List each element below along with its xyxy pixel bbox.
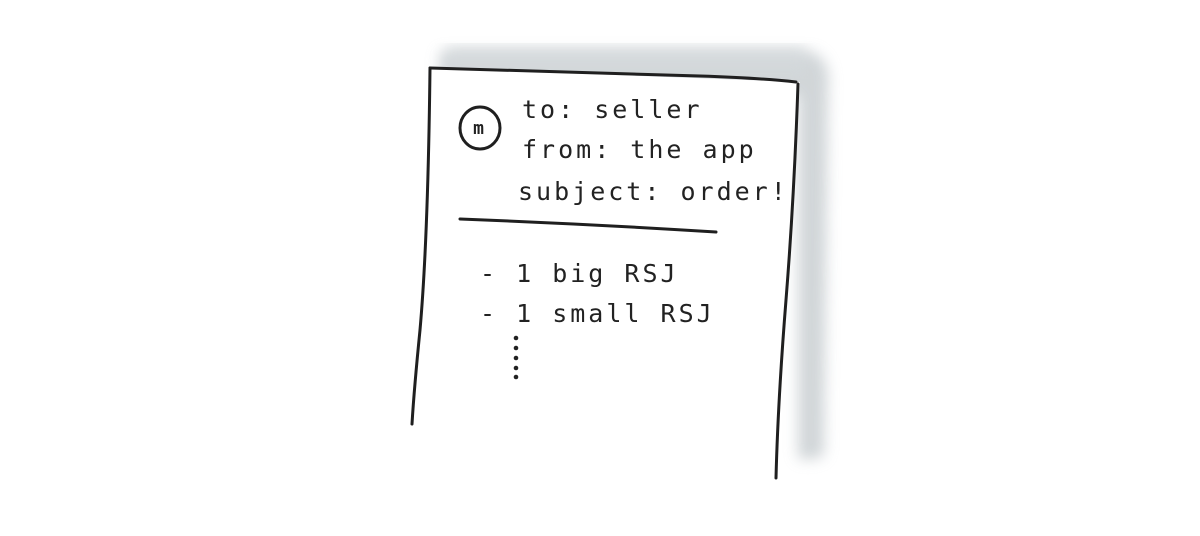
svg-text:⋮: ⋮ xyxy=(512,370,513,371)
to-line: to: seller xyxy=(522,95,703,124)
from-line: from: the app xyxy=(522,135,757,164)
email-sketch: m to: seller from: the app subject: orde… xyxy=(410,46,829,480)
list-item: - 1 big RSJ xyxy=(480,259,679,288)
subject-line: subject: order! xyxy=(518,177,789,206)
avatar-letter: m xyxy=(473,118,487,139)
list-item: - 1 small RSJ xyxy=(480,299,715,328)
